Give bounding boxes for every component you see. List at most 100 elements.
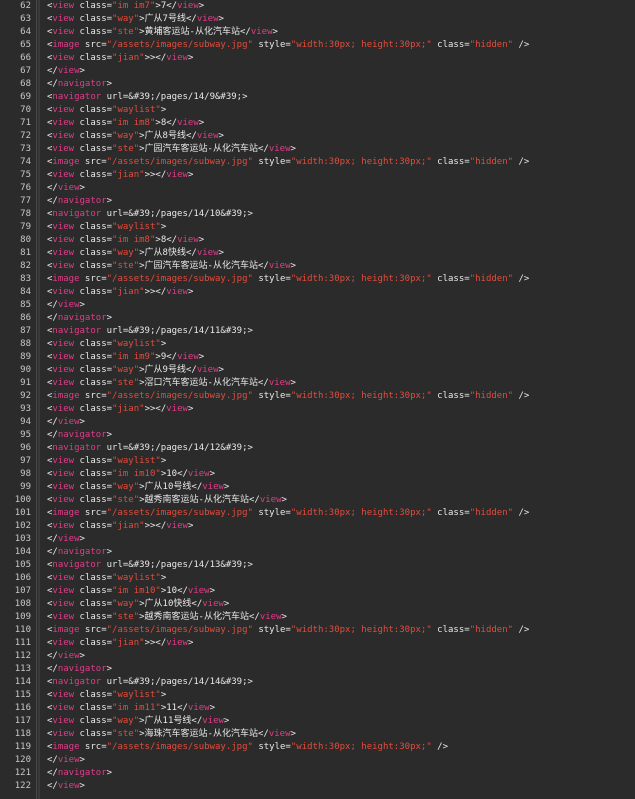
code-line[interactable]: 77 </navigator> — [0, 195, 635, 208]
code-line[interactable]: 82 <view class="ste">广园汽车客运站-从化汽车站</view> — [0, 260, 635, 273]
code-line[interactable]: 71 <view class="im im8">8</view> — [0, 117, 635, 130]
tag-name-token: view — [52, 456, 75, 466]
code-line[interactable]: 118 <view class="ste">海珠汽车客运站-从化汽车站</view… — [0, 728, 635, 741]
code-line[interactable]: 91 <view class="ste">滘口汽车客运站-从化汽车站</view> — [0, 377, 635, 390]
code-line[interactable]: 70 <view class="waylist"> — [0, 104, 635, 117]
code-line[interactable]: 119 <image src="/assets/images/subway.jpg… — [0, 741, 635, 754]
code-line[interactable]: 79 <view class="waylist"> — [0, 221, 635, 234]
code-line[interactable]: 84 <view class="jian">></view> — [0, 286, 635, 299]
line-code: </view> — [47, 780, 85, 793]
code-line[interactable]: 106 <view class="waylist"> — [0, 572, 635, 585]
string-token: "/assets/images/subway.jpg" — [106, 274, 253, 284]
code-line[interactable]: 107 <view class="im im10">10</view> — [0, 585, 635, 598]
code-line[interactable]: 93 <view class="jian">></view> — [0, 403, 635, 416]
line-code: </navigator> — [47, 767, 112, 780]
code-line[interactable]: 117 <view class="way">广从11号线</view> — [0, 715, 635, 728]
code-line[interactable]: 122 </view> — [0, 780, 635, 793]
code-line[interactable]: 103 </view> — [0, 533, 635, 546]
code-line[interactable]: 94 </view> — [0, 416, 635, 429]
code-line[interactable]: 114 <navigator url=&#39;/pages/14/14&#39;… — [0, 676, 635, 689]
code-line[interactable]: 113 </navigator> — [0, 663, 635, 676]
string-token: "/assets/images/subway.jpg" — [106, 40, 253, 50]
code-line[interactable]: 68 </navigator> — [0, 78, 635, 91]
text-token: >广从8号线</ — [139, 131, 197, 141]
code-line[interactable]: 69 <navigator url=&#39;/pages/14/9&#39;> — [0, 91, 635, 104]
line-code: <view class="im im9">9</view> — [47, 351, 204, 364]
tag-name-token: view — [52, 53, 75, 63]
code-line[interactable]: 89 <view class="im im9">9</view> — [0, 351, 635, 364]
tag-name-token: view — [268, 144, 291, 154]
code-line[interactable]: 78 <navigator url=&#39;/pages/14/10&#39;> — [0, 208, 635, 221]
line-code: <view class="jian">></view> — [47, 403, 193, 416]
code-line[interactable]: 90 <view class="way">广从9号线</view> — [0, 364, 635, 377]
string-token: "/assets/images/subway.jpg" — [106, 742, 253, 752]
code-line[interactable]: 98 <view class="im im10">10</view> — [0, 468, 635, 481]
code-line[interactable]: 81 <view class="way">广从8快线</view> — [0, 247, 635, 260]
code-line[interactable]: 62 <view class="im im7">7</view> — [0, 0, 635, 13]
line-number: 82 — [20, 261, 31, 271]
string-token: "hidden" — [469, 274, 514, 284]
text-token: </ — [47, 196, 58, 206]
tag-name-token: view — [166, 53, 188, 63]
code-line[interactable]: 88 <view class="waylist"> — [0, 338, 635, 351]
code-line[interactable]: 99 <view class="way">广从10号线</view> — [0, 481, 635, 494]
text-token: </ — [47, 755, 58, 765]
code-line[interactable]: 108 <view class="way">广从10快线</view> — [0, 598, 635, 611]
code-line[interactable]: 83 <image src="/assets/images/subway.jpg"… — [0, 273, 635, 286]
line-number: 85 — [20, 300, 31, 310]
text-token: > — [290, 261, 296, 271]
line-code: <view class="ste">滘口汽车客运站-从化汽车站</view> — [47, 377, 296, 390]
code-line[interactable]: 63 <view class="way">广从7号线</view> — [0, 13, 635, 26]
line-number: 119 — [14, 742, 31, 752]
code-line[interactable]: 74 <image src="/assets/images/subway.jpg"… — [0, 156, 635, 169]
line-code: <view class="im im11">11</view> — [47, 702, 215, 715]
code-line[interactable]: 75 <view class="jian">></view> — [0, 169, 635, 182]
code-lines[interactable]: 62 <view class="im im7">7</view> 63 <view c… — [0, 0, 635, 793]
code-line[interactable]: 64 <view class="ste">黄埔客运站-从化汽车站</view> — [0, 26, 635, 39]
code-line[interactable]: 87 <navigator url=&#39;/pages/14/11&#39;> — [0, 325, 635, 338]
code-line[interactable]: 101 <image src="/assets/images/subway.jpg… — [0, 507, 635, 520]
line-number: 92 — [20, 391, 31, 401]
string-token: "jian" — [112, 170, 145, 180]
text-token: > — [223, 482, 230, 492]
code-line[interactable]: 116 <view class="im im11">11</view> — [0, 702, 635, 715]
code-line[interactable]: 92 <image src="/assets/images/subway.jpg"… — [0, 390, 635, 403]
code-line[interactable]: 85 </view> — [0, 299, 635, 312]
code-line[interactable]: 111 <view class="jian">></view> — [0, 637, 635, 650]
code-line[interactable]: 95 </navigator> — [0, 429, 635, 442]
code-line[interactable]: 100 <view class="ste">越秀南客运站-从化汽车站</view> — [0, 494, 635, 507]
code-line[interactable]: 110 <image src="/assets/images/subway.jpg… — [0, 624, 635, 637]
code-line[interactable]: 66 <view class="jian">></view> — [0, 52, 635, 65]
code-line[interactable]: 120 </view> — [0, 754, 635, 767]
code-line[interactable]: 121 </navigator> — [0, 767, 635, 780]
code-line[interactable]: 96 <navigator url=&#39;/pages/14/12&#39;> — [0, 442, 635, 455]
text-token: > — [290, 378, 296, 388]
code-line[interactable]: 115 <view class="waylist"> — [0, 689, 635, 702]
string-token: "im im8" — [112, 235, 156, 245]
code-editor[interactable]: 62 <view class="im im7">7</view> 63 <view c… — [0, 0, 635, 799]
code-line[interactable]: 105 <navigator url=&#39;/pages/14/13&#39;… — [0, 559, 635, 572]
code-line[interactable]: 72 <view class="way">广从8号线</view> — [0, 130, 635, 143]
tag-name-token: view — [52, 144, 75, 154]
code-line[interactable]: 112 </view> — [0, 650, 635, 663]
code-line[interactable]: 104 </navigator> — [0, 546, 635, 559]
string-token: "ste" — [112, 495, 140, 505]
line-code: <view class="im im10">10</view> — [47, 585, 215, 598]
tag-name-token: navigator — [57, 79, 107, 89]
text-token: >></ — [144, 638, 167, 648]
tag-name-token: view — [52, 612, 75, 622]
line-code: <view class="way">广从10号线</view> — [47, 481, 229, 494]
code-line[interactable]: 109 <view class="ste">越秀南客运站-从化汽车站</view> — [0, 611, 635, 624]
text-token: url=&#39;/pages/14/13&#39;> — [101, 560, 253, 570]
code-line[interactable]: 67 </view> — [0, 65, 635, 78]
code-line[interactable]: 65 <image src="/assets/images/subway.jpg"… — [0, 39, 635, 52]
code-line[interactable]: 86 </navigator> — [0, 312, 635, 325]
code-line[interactable]: 102 <view class="jian">></view> — [0, 520, 635, 533]
tag-name-token: view — [52, 599, 75, 609]
text-token: > — [187, 521, 194, 531]
code-line[interactable]: 80 <view class="im im8">8</view> — [0, 234, 635, 247]
code-line[interactable]: 73 <view class="ste">广园汽车客运站-从化汽车站</view> — [0, 143, 635, 156]
tag-name-token: view — [57, 755, 80, 765]
code-line[interactable]: 97 <view class="waylist"> — [0, 455, 635, 468]
code-line[interactable]: 76 </view> — [0, 182, 635, 195]
